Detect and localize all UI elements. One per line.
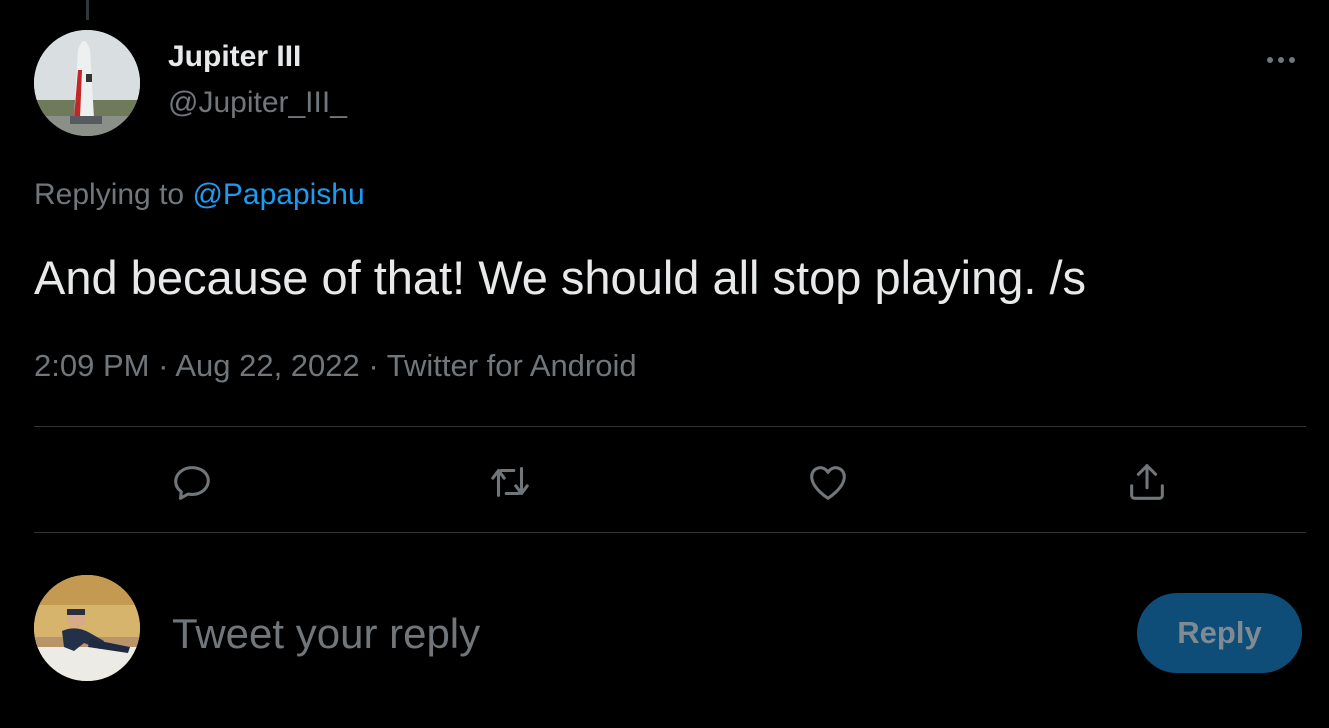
tweet-source-link[interactable]: Twitter for Android: [387, 348, 637, 383]
tweet-meta: 2:09 PM · Aug 22, 2022 · Twitter for And…: [34, 348, 637, 384]
replying-to-mention-link[interactable]: @Papapishu: [192, 178, 364, 211]
author-display-name[interactable]: Jupiter III: [168, 40, 301, 74]
author-avatar[interactable]: [34, 30, 140, 136]
tweet-text: And because of that! We should all stop …: [34, 251, 1087, 304]
more-options-icon[interactable]: [1258, 40, 1304, 80]
reply-input[interactable]: [172, 604, 1072, 664]
thread-connector-line: [86, 0, 89, 20]
tweet-date-link[interactable]: Aug 22, 2022: [175, 348, 359, 383]
tweet-time-link[interactable]: 2:09 PM: [34, 348, 149, 383]
meta-separator: ·: [158, 348, 169, 383]
replying-to: Replying to @Papapishu: [34, 178, 365, 212]
retweet-icon[interactable]: [480, 452, 540, 512]
share-icon[interactable]: [1117, 452, 1177, 512]
heart-icon[interactable]: [798, 452, 858, 512]
reply-button[interactable]: Reply: [1137, 593, 1302, 673]
meta-separator: ·: [368, 348, 379, 383]
replying-to-prefix: Replying to: [34, 178, 185, 211]
divider-top: [34, 426, 1306, 427]
reply-icon[interactable]: [162, 452, 222, 512]
divider-bottom: [34, 532, 1306, 533]
current-user-avatar[interactable]: [34, 575, 140, 681]
author-handle[interactable]: @Jupiter_III_: [168, 86, 347, 120]
